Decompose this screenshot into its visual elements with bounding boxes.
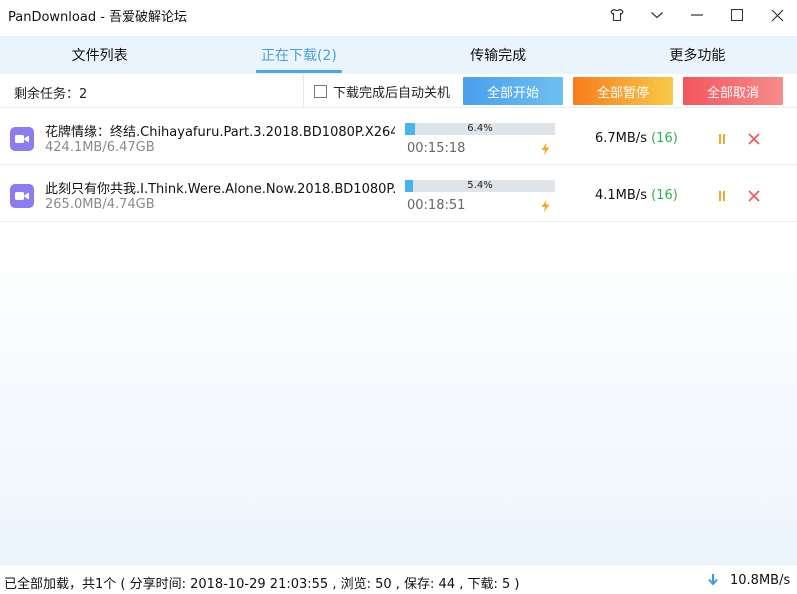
start-all-button[interactable]: 全部开始 (463, 77, 563, 105)
lightning-icon (541, 200, 550, 212)
status-bar: 已全部加载，共1个 ( 分享时间: 2018-10-29 21:03:55 , … (0, 564, 797, 594)
connection-count: (16) (651, 131, 678, 146)
tab-more-features[interactable]: 更多功能 (598, 36, 797, 74)
progress-percent: 5.4% (467, 180, 493, 191)
progress-bar: 6.4% (405, 123, 555, 135)
status-text: 已全部加载，共1个 ( 分享时间: 2018-10-29 21:03:55 , … (4, 577, 520, 592)
time-remaining: 00:18:51 (407, 198, 466, 213)
skin-button[interactable] (597, 0, 637, 30)
video-file-icon (10, 127, 34, 151)
window-title: PanDownload - 吾爱破解论坛 (8, 9, 188, 25)
maximize-icon (731, 9, 743, 21)
file-size: 424.1MB/6.47GB (45, 140, 155, 155)
download-arrow-icon (708, 574, 718, 586)
remaining-tasks-label: 剩余任务：2 (14, 87, 88, 102)
file-size: 265.0MB/4.74GB (45, 197, 155, 212)
maximize-button[interactable] (717, 0, 757, 30)
download-toolbar: 剩余任务：2 下载完成后自动关机 全部开始 全部暂停 全部取消 (0, 74, 797, 108)
auto-shutdown-checkbox[interactable] (314, 84, 327, 98)
tab-completed[interactable]: 传输完成 (399, 36, 598, 74)
chevron-down-icon (651, 12, 663, 19)
cancel-all-button[interactable]: 全部取消 (683, 77, 783, 105)
lightning-icon (541, 143, 550, 155)
video-file-icon (10, 184, 34, 208)
pause-icon[interactable] (716, 133, 728, 145)
tab-downloading[interactable]: 正在下载(2) (199, 36, 398, 74)
total-speed: 10.8MB/s (730, 573, 791, 588)
auto-shutdown-toggle[interactable]: 下载完成后自动关机 (303, 74, 450, 108)
tshirt-icon (610, 8, 624, 22)
cancel-x-icon[interactable] (748, 133, 760, 145)
menu-button[interactable] (637, 0, 677, 30)
download-row[interactable]: 此刻只有你共我.I.Think.Were.Alone.Now.2018.BD10… (0, 166, 797, 222)
file-name: 此刻只有你共我.I.Think.Were.Alone.Now.2018.BD10… (45, 182, 395, 197)
close-button[interactable] (757, 0, 797, 30)
download-speed: 6.7MB/s (16) (595, 131, 678, 146)
connection-count: (16) (651, 188, 678, 203)
download-row[interactable]: 花牌情缘：终结.Chihayafuru.Part.3.2018.BD1080P.… (0, 109, 797, 165)
tab-file-list[interactable]: 文件列表 (0, 36, 199, 74)
minimize-icon (691, 14, 703, 16)
auto-shutdown-label: 下载完成后自动关机 (333, 85, 451, 101)
speed-value: 6.7MB/s (595, 131, 647, 146)
close-icon (771, 9, 783, 21)
cancel-x-icon[interactable] (748, 190, 760, 202)
title-bar: PanDownload - 吾爱破解论坛 (0, 0, 797, 30)
window-controls (597, 0, 797, 30)
time-remaining: 00:15:18 (407, 141, 466, 156)
progress-bar: 5.4% (405, 180, 555, 192)
speed-value: 4.1MB/s (595, 188, 647, 203)
main-tabs: 文件列表 正在下载(2) 传输完成 更多功能 (0, 36, 797, 74)
pause-icon[interactable] (716, 190, 728, 202)
progress-percent: 6.4% (467, 123, 493, 134)
download-speed: 4.1MB/s (16) (595, 188, 678, 203)
minimize-button[interactable] (677, 0, 717, 30)
pause-all-button[interactable]: 全部暂停 (573, 77, 673, 105)
file-name: 花牌情缘：终结.Chihayafuru.Part.3.2018.BD1080P.… (45, 125, 395, 140)
